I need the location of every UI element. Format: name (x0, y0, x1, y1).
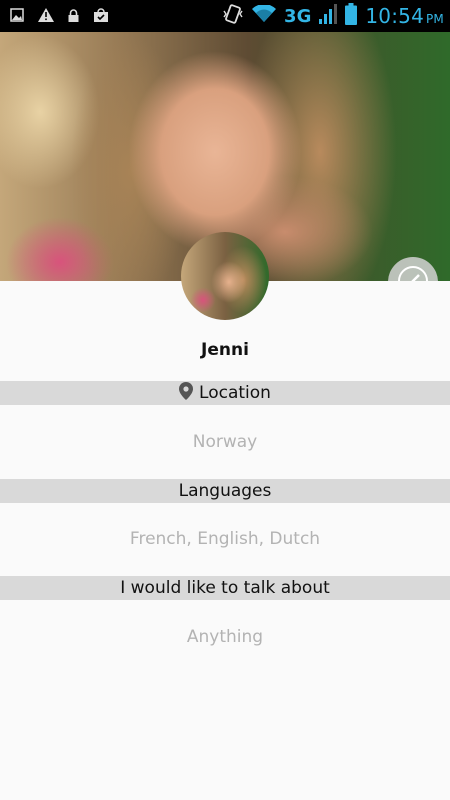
profile-name: Jenni (201, 340, 249, 360)
edit-cover-icon (396, 264, 430, 281)
location-label: Location (199, 383, 271, 403)
image-notification-icon (10, 7, 24, 26)
topics-value: Anything (186, 627, 264, 647)
languages-section-header: Languages (0, 479, 450, 503)
topics-section-header: I would like to talk about (0, 576, 450, 600)
vibrate-icon (222, 4, 244, 28)
clock-ampm: PM (426, 12, 444, 26)
avatar[interactable] (181, 232, 269, 320)
network-type: 3G (284, 5, 312, 27)
store-bag-icon (93, 7, 109, 26)
clock: 10:54 PM (365, 4, 444, 28)
lock-icon (68, 7, 79, 26)
location-section-header: Location (0, 381, 450, 405)
languages-value: French, English, Dutch (129, 529, 321, 549)
location-value: Norway (192, 432, 258, 452)
battery-icon (345, 3, 358, 29)
location-pin-icon (179, 381, 194, 405)
edit-cover-button[interactable] (388, 257, 438, 281)
wifi-icon (252, 4, 277, 27)
topics-label: I would like to talk about (120, 578, 330, 598)
signal-icon (319, 4, 338, 28)
clock-time: 10:54 (365, 4, 424, 28)
languages-label: Languages (178, 481, 272, 501)
status-bar: 3G 10:54 PM (0, 0, 450, 32)
warning-icon (38, 7, 54, 26)
system-icons: 3G 10:54 PM (222, 0, 444, 32)
notification-icons (10, 0, 109, 32)
